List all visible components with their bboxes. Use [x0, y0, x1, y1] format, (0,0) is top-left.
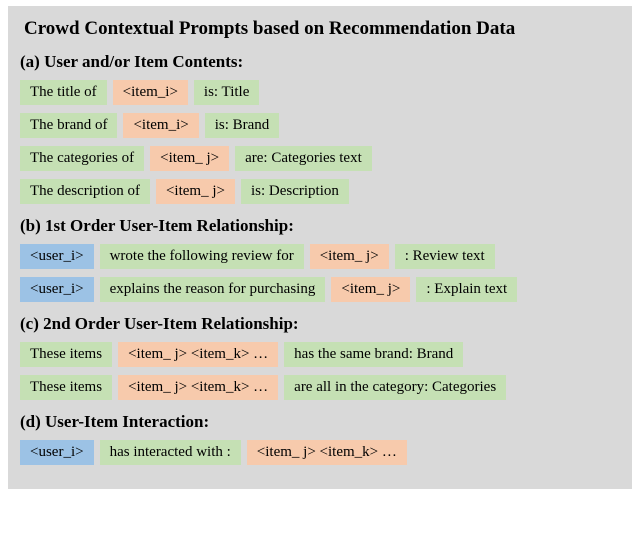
prompt-row: The description of<item_ j>is: Descripti…	[20, 179, 620, 204]
prompt-row: These items<item_ j> <item_k> …are all i…	[20, 375, 620, 400]
user-token: <user_i>	[20, 277, 94, 302]
text-chip: These items	[20, 375, 112, 400]
figure-title: Crowd Contextual Prompts based on Recomm…	[24, 18, 620, 40]
text-chip: The description of	[20, 179, 150, 204]
section-a-heading: (a) User and/or Item Contents:	[20, 52, 620, 72]
text-chip: is: Title	[194, 80, 259, 105]
section-d-rows: <user_i>has interacted with :<item_ j> <…	[20, 440, 620, 465]
item-token: <item_ j> <item_k> …	[247, 440, 407, 465]
text-chip: explains the reason for purchasing	[100, 277, 326, 302]
section-c-rows: These items<item_ j> <item_k> …has the s…	[20, 342, 620, 400]
figure-box: Crowd Contextual Prompts based on Recomm…	[8, 6, 632, 489]
prompt-row: The title of<item_i>is: Title	[20, 80, 620, 105]
prompt-row: The categories of<item_ j>are: Categorie…	[20, 146, 620, 171]
prompt-row: The brand of<item_i> is: Brand	[20, 113, 620, 138]
text-chip: The title of	[20, 80, 107, 105]
section-b-heading: (b) 1st Order User-Item Relationship:	[20, 216, 620, 236]
section-b-rows: <user_i>wrote the following review for<i…	[20, 244, 620, 302]
prompt-row: <user_i>explains the reason for purchasi…	[20, 277, 620, 302]
text-chip: wrote the following review for	[100, 244, 304, 269]
text-chip: has the same brand: Brand	[284, 342, 463, 367]
item-token: <item_ j>	[310, 244, 389, 269]
prompt-row: <user_i>has interacted with :<item_ j> <…	[20, 440, 620, 465]
section-a-rows: The title of<item_i>is: TitleThe brand o…	[20, 80, 620, 204]
item-token: <item_ j> <item_k> …	[118, 342, 278, 367]
item-token: <item_ j>	[150, 146, 229, 171]
prompt-row: These items<item_ j> <item_k> …has the s…	[20, 342, 620, 367]
text-chip: are all in the category: Categories	[284, 375, 506, 400]
user-token: <user_i>	[20, 440, 94, 465]
item-token: <item_i>	[113, 80, 188, 105]
item-token: <item_ j> <item_k> …	[118, 375, 278, 400]
prompt-row: <user_i>wrote the following review for<i…	[20, 244, 620, 269]
item-token: <item_i>	[123, 113, 198, 138]
text-chip: The brand of	[20, 113, 117, 138]
text-chip: has interacted with :	[100, 440, 241, 465]
text-chip: is: Description	[241, 179, 349, 204]
text-chip: The categories of	[20, 146, 144, 171]
text-chip: : Review text	[395, 244, 495, 269]
item-token: <item_ j>	[156, 179, 235, 204]
text-chip: These items	[20, 342, 112, 367]
text-chip: : Explain text	[416, 277, 517, 302]
user-token: <user_i>	[20, 244, 94, 269]
text-chip: are: Categories text	[235, 146, 372, 171]
text-chip: is: Brand	[205, 113, 280, 138]
section-d-heading: (d) User-Item Interaction:	[20, 412, 620, 432]
item-token: <item_ j>	[331, 277, 410, 302]
section-c-heading: (c) 2nd Order User-Item Relationship:	[20, 314, 620, 334]
